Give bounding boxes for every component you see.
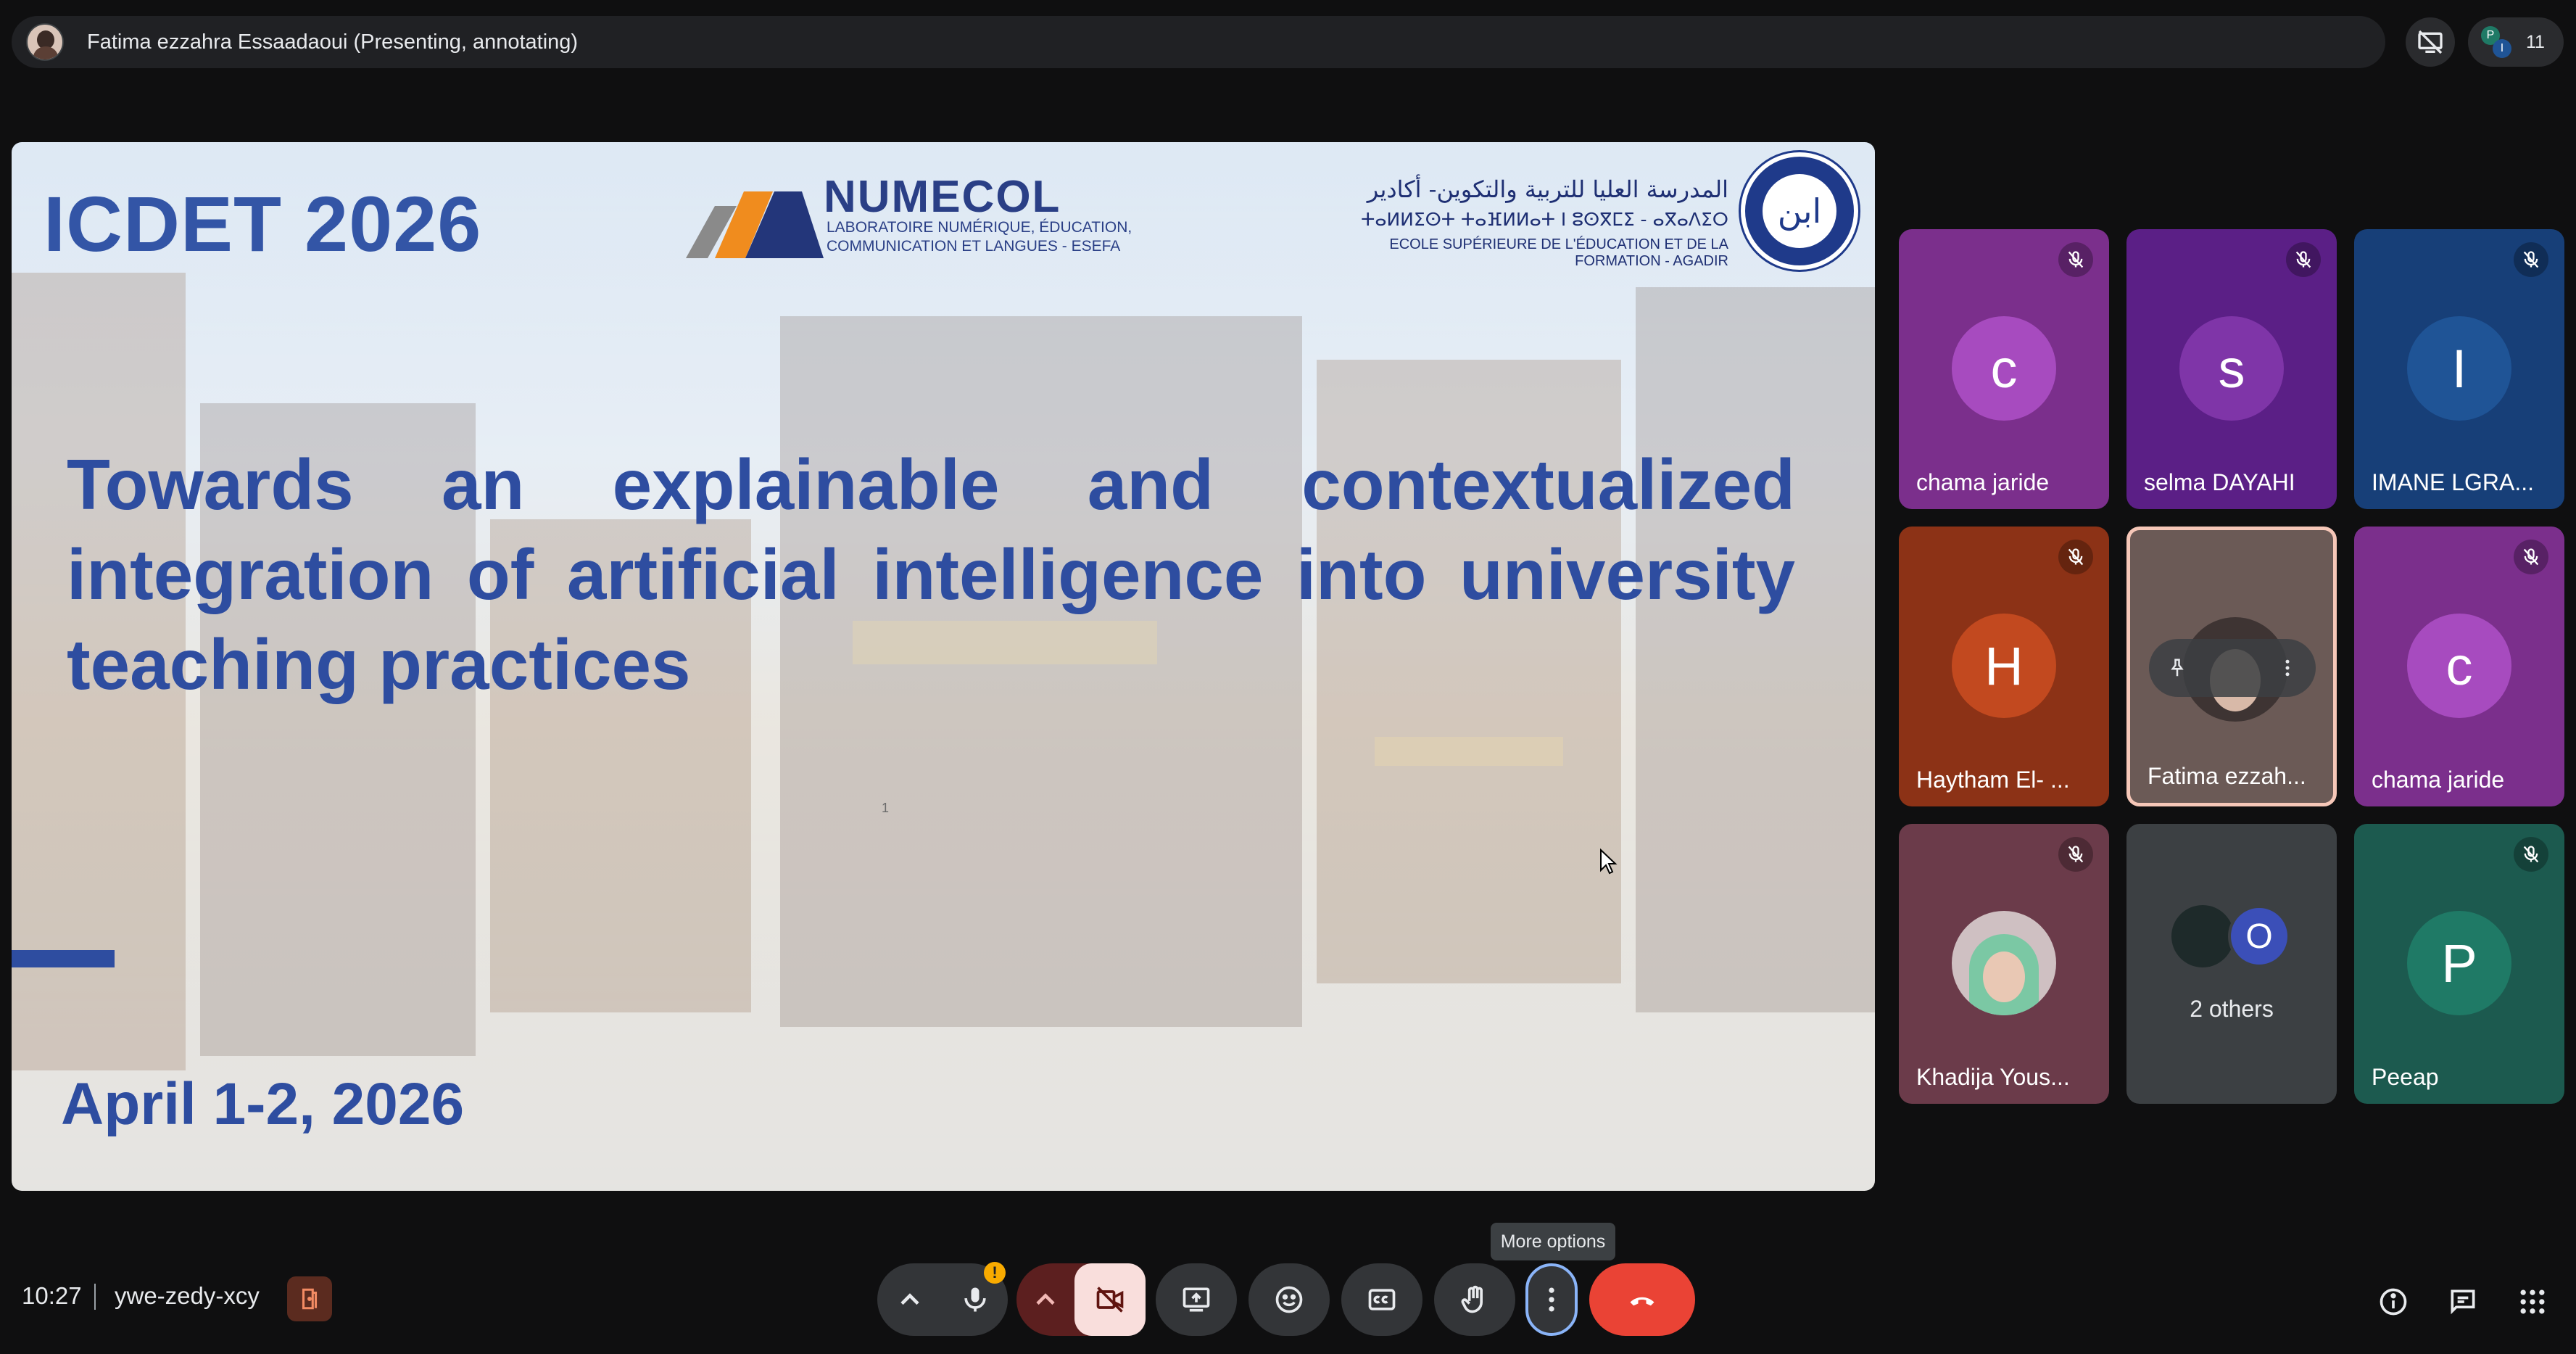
participant-name: selma DAYAHI xyxy=(2144,469,2295,495)
more-options-tooltip: More options xyxy=(1491,1223,1615,1260)
participant-name: Peeap xyxy=(2372,1064,2439,1090)
participant-avatar xyxy=(1952,911,2056,1015)
captions-button[interactable] xyxy=(1341,1263,1422,1336)
participant-name: Fatima ezzah... xyxy=(2148,763,2306,789)
conference-title: ICDET 2026 xyxy=(44,180,482,268)
seal-emblem: ﺍﺑﻦ xyxy=(1763,174,1836,248)
participant-avatar: I xyxy=(2407,316,2511,421)
school-name-arabic: المدرسة العليا للتربية والتكوين- أكادير xyxy=(1367,176,1728,203)
school-name-french: ECOLE SUPÉRIEURE DE L'ÉDUCATION ET DE LA… xyxy=(1389,236,1728,269)
participant-tile[interactable]: Fatima ezzah... xyxy=(2126,527,2337,806)
mini-avatar: I xyxy=(2493,39,2511,58)
reactions-button[interactable] xyxy=(1248,1263,1330,1336)
university-seal-icon: ﺍﺑﻦ xyxy=(1741,152,1858,270)
more-options-button[interactable] xyxy=(1525,1263,1578,1336)
more-vert-icon xyxy=(1549,1287,1554,1312)
accent-bar xyxy=(12,950,115,967)
screen-share-off-icon[interactable] xyxy=(2406,17,2455,67)
participant-name: Haytham El- ... xyxy=(1916,767,2070,793)
participant-name: IMANE LGRA... xyxy=(2372,469,2535,495)
participant-name: Khadija Yous... xyxy=(1916,1064,2070,1090)
chevron-up-icon[interactable] xyxy=(1016,1263,1074,1336)
participant-avatar: H xyxy=(1952,614,2056,718)
participant-avatar: O xyxy=(2228,905,2290,967)
mic-warning-badge: ! xyxy=(984,1262,1006,1284)
raise-hand-button[interactable] xyxy=(1434,1263,1515,1336)
participant-avatar: s xyxy=(2179,316,2284,421)
participant-avatar: P xyxy=(2407,911,2511,1015)
mic-off-icon xyxy=(2514,242,2548,277)
present-screen-icon xyxy=(1183,1287,1210,1312)
info-icon xyxy=(2380,1288,2407,1316)
call-end-icon xyxy=(1630,1297,1654,1306)
meeting-code: ywe-zedy-xcy xyxy=(115,1282,260,1309)
mic-off-icon xyxy=(2058,837,2093,872)
mic-group: ! xyxy=(877,1262,1008,1336)
present-button[interactable] xyxy=(1156,1263,1237,1336)
background-windows xyxy=(1375,737,1563,766)
camera-group xyxy=(1016,1263,1146,1336)
participant-tile[interactable]: c chama jaride xyxy=(1899,229,2109,509)
presenter-bar: Fatima ezzahra Essaadaoui (Presenting, a… xyxy=(12,16,2385,68)
presentation-slide: ICDET 2026 NUMECOL LABORATOIRE NUMÉRIQUE… xyxy=(12,142,1875,1191)
slide-heading: Towards an explainable and contextualize… xyxy=(67,445,1795,704)
participant-name: chama jaride xyxy=(1916,469,2050,495)
apps-icon xyxy=(2520,1289,2545,1314)
tile-hover-controls xyxy=(2149,639,2316,697)
camera-toggle-button[interactable] xyxy=(1074,1263,1146,1336)
participant-avatar: c xyxy=(1952,316,2056,421)
chat-button[interactable] xyxy=(2438,1276,2488,1327)
mic-off-icon xyxy=(2514,837,2548,872)
lab-subtitle: LABORATOIRE NUMÉRIQUE, ÉDUCATION, xyxy=(827,219,1132,236)
participant-count: 11 xyxy=(2526,31,2545,52)
participant-tile[interactable]: s selma DAYAHI xyxy=(2126,229,2337,509)
mic-off-icon xyxy=(2286,242,2321,277)
others-avatars: O xyxy=(2171,905,2295,970)
mic-off-icon xyxy=(2058,540,2093,574)
participant-avatar: c xyxy=(2407,614,2511,718)
participant-avatar-icon xyxy=(26,23,64,61)
emoji-icon xyxy=(1275,1286,1303,1313)
host-controls-icon[interactable] xyxy=(287,1276,332,1321)
participant-avatar xyxy=(2171,905,2234,967)
mic-icon xyxy=(964,1287,986,1312)
leave-call-button[interactable] xyxy=(1589,1263,1695,1336)
participant-tile[interactable]: I IMANE LGRA... xyxy=(2354,229,2564,509)
participant-tile[interactable]: c chama jaride xyxy=(2354,527,2564,806)
lab-subtitle: COMMUNICATION ET LANGUES - ESEFA xyxy=(827,238,1121,255)
pin-icon[interactable] xyxy=(2166,657,2188,679)
more-vert-icon[interactable] xyxy=(2277,657,2298,679)
meeting-clock: 10:27 xyxy=(22,1282,82,1309)
lab-name: NUMECOL xyxy=(824,172,1061,222)
slide-page-number: 1 xyxy=(882,801,890,815)
participants-button[interactable]: P I 11 xyxy=(2468,17,2564,67)
captions-icon xyxy=(1368,1289,1396,1310)
presenter-label: Fatima ezzahra Essaadaoui (Presenting, a… xyxy=(87,30,579,54)
chat-icon xyxy=(2451,1289,2475,1315)
mouse-cursor-icon xyxy=(1600,849,1618,875)
divider xyxy=(94,1284,96,1310)
activities-button[interactable] xyxy=(2507,1276,2558,1327)
participant-name: 2 others xyxy=(2190,996,2274,1022)
mic-off-icon xyxy=(2514,540,2548,574)
participant-name: chama jaride xyxy=(2372,767,2505,793)
participant-avatar-stack: P I xyxy=(2481,26,2513,58)
mic-off-icon xyxy=(2058,242,2093,277)
participant-tile[interactable]: O 2 others xyxy=(2126,824,2337,1104)
meeting-details-button[interactable] xyxy=(2368,1276,2419,1327)
school-name-tifinagh: ⵜⴰⵍⵍⵉⵙⵜ ⵜⴰⴼⵍⵍⴰⵜ ⵏ ⵓⵙⴳⵎⵉ - ⴰⴳⴰⴷⵉⵔ xyxy=(1361,209,1728,230)
participant-tile[interactable]: H Haytham El- ... xyxy=(1899,527,2109,806)
raise-hand-icon xyxy=(1461,1285,1483,1313)
conference-date: April 1-2, 2026 xyxy=(61,1071,465,1137)
chevron-up-icon[interactable] xyxy=(877,1263,943,1336)
participant-tile[interactable]: Khadija Yous... xyxy=(1899,824,2109,1104)
videocam-off-icon xyxy=(1096,1287,1124,1313)
participant-tile[interactable]: P Peeap xyxy=(2354,824,2564,1104)
